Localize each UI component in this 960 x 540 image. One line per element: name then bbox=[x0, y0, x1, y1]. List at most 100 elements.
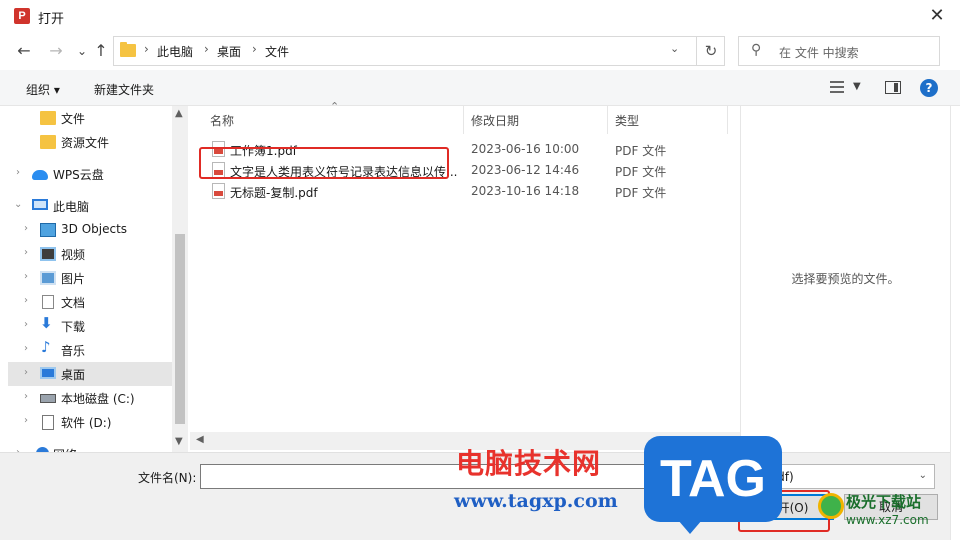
pdf-file-icon bbox=[212, 183, 225, 199]
file-name: 文字是人类用表义符号记录表达信息以传... bbox=[230, 165, 458, 179]
breadcrumb-separator-icon: › bbox=[204, 42, 209, 56]
breadcrumb-files[interactable]: 文件 bbox=[265, 43, 289, 60]
breadcrumb-this-pc[interactable]: 此电脑 bbox=[157, 43, 193, 60]
sidebar-item-label: WPS云盘 bbox=[53, 168, 104, 182]
sidebar-item-label: 视频 bbox=[61, 248, 86, 262]
preview-pane-icon[interactable] bbox=[885, 81, 901, 94]
sidebar-item-label: 资源文件 bbox=[61, 136, 110, 150]
chevron-right-icon[interactable]: › bbox=[24, 415, 28, 426]
cloud-icon bbox=[32, 170, 48, 180]
cancel-button[interactable]: 取消 bbox=[844, 494, 938, 520]
column-divider[interactable] bbox=[463, 106, 464, 134]
sidebar-item-label: 3D Objects bbox=[61, 222, 128, 236]
horizontal-scrollbar[interactable]: ◀ bbox=[190, 432, 740, 450]
column-header-date[interactable]: 修改日期 bbox=[471, 112, 519, 129]
search-placeholder: 在 文件 中搜索 bbox=[779, 46, 859, 60]
sidebar-item-wps-cloud[interactable]: › WPS云盘 bbox=[8, 162, 174, 186]
open-button[interactable]: 打开(O) bbox=[740, 494, 834, 520]
sidebar-item-label: 软件 (D:) bbox=[61, 416, 112, 430]
sidebar-item-pictures[interactable]: › 图片 bbox=[8, 266, 174, 290]
picture-icon bbox=[40, 271, 56, 285]
sidebar-item-videos[interactable]: › 视频 bbox=[8, 242, 174, 266]
chevron-right-icon[interactable]: › bbox=[24, 367, 28, 378]
file-type-select[interactable]: (*.pdf) ⌄ bbox=[748, 464, 935, 489]
breadcrumb-desktop[interactable]: 桌面 bbox=[217, 43, 241, 60]
column-header-type[interactable]: 类型 bbox=[615, 112, 639, 129]
sidebar-item-desktop[interactable]: › 桌面 bbox=[8, 362, 174, 386]
back-arrow-icon[interactable]: ← bbox=[14, 41, 34, 61]
scrollbar-thumb[interactable] bbox=[175, 234, 185, 424]
folder-icon bbox=[120, 42, 136, 57]
column-header-name[interactable]: 名称 bbox=[210, 112, 234, 129]
chevron-right-icon[interactable]: › bbox=[24, 223, 28, 234]
sidebar-item-music[interactable]: › ♪ 音乐 bbox=[8, 338, 174, 362]
download-icon: ⬇ bbox=[40, 314, 53, 332]
wps-pdf-app-icon: P bbox=[14, 8, 30, 24]
address-dropdown-icon[interactable]: ⌄ bbox=[670, 42, 679, 55]
sidebar-item-files[interactable]: 文件 bbox=[8, 106, 174, 130]
file-name: 工作簿1.pdf bbox=[230, 144, 297, 158]
file-row[interactable]: 工作簿1.pdf 2023-06-16 10:00 PDF 文件 bbox=[200, 139, 730, 160]
filename-input[interactable] bbox=[200, 464, 734, 489]
sort-ascending-icon: ⌃ bbox=[330, 100, 340, 113]
sidebar-item-documents[interactable]: › 文档 bbox=[8, 290, 174, 314]
sidebar-item-local-disk-c[interactable]: › 本地磁盘 (C:) bbox=[8, 386, 174, 410]
music-icon: ♪ bbox=[41, 338, 51, 356]
address-bar[interactable]: › 此电脑 › 桌面 › 文件 ⌄ ↻ bbox=[113, 36, 725, 66]
new-folder-button[interactable]: 新建文件夹 bbox=[94, 81, 154, 98]
sidebar-item-network[interactable]: › 网络 bbox=[8, 442, 174, 452]
file-row[interactable]: 无标题-复制.pdf 2023-10-16 14:18 PDF 文件 bbox=[200, 181, 730, 202]
drive-icon bbox=[42, 415, 54, 430]
sidebar-item-resource-files[interactable]: 资源文件 bbox=[8, 130, 174, 154]
disk-icon bbox=[40, 394, 56, 403]
breadcrumb-separator-icon: › bbox=[252, 42, 257, 56]
chevron-right-icon[interactable]: › bbox=[24, 391, 28, 402]
chevron-right-icon[interactable]: › bbox=[16, 167, 20, 178]
file-date: 2023-06-12 14:46 bbox=[471, 163, 580, 177]
view-dropdown-icon[interactable]: ▼ bbox=[853, 81, 861, 92]
sidebar-item-downloads[interactable]: › ⬇ 下载 bbox=[8, 314, 174, 338]
sidebar-scrollbar[interactable]: ▲ ▼ bbox=[172, 106, 188, 452]
up-arrow-icon[interactable]: ↑ bbox=[91, 41, 111, 61]
column-divider[interactable] bbox=[727, 106, 728, 134]
sidebar-item-3d-objects[interactable]: › 3D Objects bbox=[8, 218, 174, 242]
view-options-icon[interactable] bbox=[830, 80, 844, 94]
dialog-footer: 文件名(N): (*.pdf) ⌄ 打开(O) 取消 bbox=[0, 452, 950, 540]
recent-locations-chevron-icon[interactable]: ⌄ bbox=[72, 41, 92, 61]
help-icon[interactable]: ? bbox=[920, 79, 938, 97]
chevron-right-icon[interactable]: › bbox=[24, 295, 28, 306]
3d-objects-icon bbox=[40, 223, 56, 237]
close-icon[interactable]: ✕ bbox=[922, 4, 952, 28]
pdf-file-icon bbox=[212, 162, 225, 178]
chevron-right-icon[interactable]: › bbox=[24, 247, 28, 258]
sidebar-item-label: 文档 bbox=[61, 296, 86, 310]
desktop-icon bbox=[40, 367, 56, 379]
chevron-right-icon[interactable]: › bbox=[24, 343, 28, 354]
sidebar-item-software-d[interactable]: › 软件 (D:) bbox=[8, 410, 174, 434]
file-date: 2023-06-16 10:00 bbox=[471, 142, 580, 156]
forward-arrow-icon[interactable]: → bbox=[46, 41, 66, 61]
column-divider[interactable] bbox=[607, 106, 608, 134]
video-icon bbox=[40, 247, 56, 261]
breadcrumb-separator-icon: › bbox=[144, 42, 149, 56]
chevron-right-icon[interactable]: › bbox=[24, 319, 28, 330]
title-bar: P 打开 ✕ bbox=[0, 0, 960, 32]
refresh-icon[interactable]: ↻ bbox=[696, 37, 725, 65]
scroll-down-icon[interactable]: ▼ bbox=[175, 436, 183, 447]
file-row[interactable]: 文字是人类用表义符号记录表达信息以传... 2023-06-12 14:46 P… bbox=[200, 160, 730, 181]
pdf-file-icon bbox=[212, 141, 225, 157]
organize-button[interactable]: 组织 ▾ bbox=[26, 81, 60, 98]
chevron-down-icon[interactable]: ⌄ bbox=[14, 199, 22, 210]
chevron-right-icon[interactable]: › bbox=[24, 271, 28, 282]
filename-label: 文件名(N): bbox=[138, 471, 197, 485]
search-box[interactable]: ⚲ 在 文件 中搜索 bbox=[738, 36, 940, 66]
search-icon: ⚲ bbox=[751, 42, 762, 58]
navigation-pane: 文件 资源文件 › WPS云盘 ⌄ 此电脑 › 3D Objects › 视频 … bbox=[8, 106, 188, 452]
scroll-left-icon[interactable]: ◀ bbox=[196, 434, 204, 445]
file-type: PDF 文件 bbox=[615, 144, 667, 158]
window-edge bbox=[950, 106, 960, 540]
scroll-up-icon[interactable]: ▲ bbox=[175, 108, 183, 119]
file-type-value: (*.pdf) bbox=[755, 470, 794, 484]
sidebar-item-label: 本地磁盘 (C:) bbox=[61, 392, 135, 406]
sidebar-item-this-pc[interactable]: ⌄ 此电脑 bbox=[8, 194, 174, 218]
